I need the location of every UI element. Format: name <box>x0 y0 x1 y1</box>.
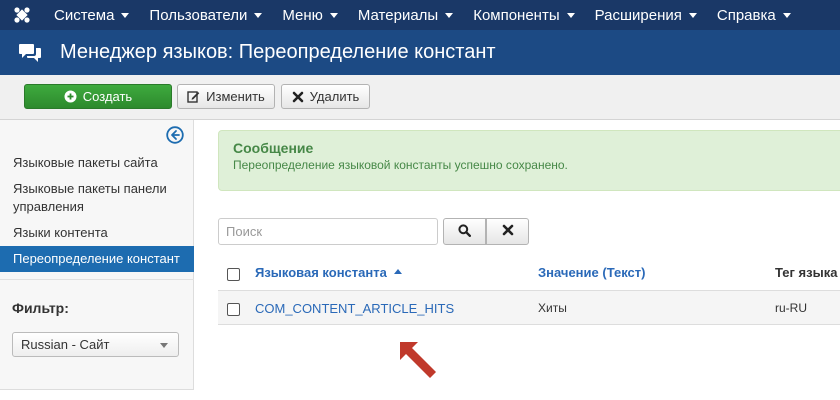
sort-ascending-icon <box>393 269 402 275</box>
edit-button[interactable]: Изменить <box>177 84 275 109</box>
nav-item-label: Система <box>54 6 115 24</box>
nav-item-components[interactable]: Компоненты <box>463 0 584 30</box>
nav-item-label: Компоненты <box>473 6 560 24</box>
nav-item-system[interactable]: Система <box>44 0 139 30</box>
language-filter-select[interactable]: Russian - Сайт <box>12 332 179 357</box>
arrow-left-circle-icon[interactable] <box>166 126 184 144</box>
search-input[interactable] <box>218 218 438 245</box>
chevron-down-icon <box>445 12 454 18</box>
edit-button-label: Изменить <box>206 89 265 104</box>
sidebar: Языковые пакеты сайта Языковые пакеты па… <box>0 120 194 390</box>
row-checkbox[interactable] <box>227 303 240 316</box>
chevron-down-icon <box>782 12 791 18</box>
table-header: Языковая константа Значение (Текст) Тег … <box>218 255 840 291</box>
success-message: Сообщение Переопределение языковой конст… <box>218 130 840 191</box>
chevron-down-icon <box>254 12 263 18</box>
page-title: Менеджер языков: Переопределение констан… <box>60 41 496 63</box>
top-navbar: Система Пользователи Меню Материалы Комп… <box>0 0 840 30</box>
nav-item-menus[interactable]: Меню <box>272 0 348 30</box>
nav-item-label: Материалы <box>357 6 439 24</box>
comments-icon <box>0 30 60 75</box>
create-button-label: Создать <box>82 89 133 104</box>
chevron-down-icon <box>329 12 338 18</box>
delete-button[interactable]: Удалить <box>281 84 370 109</box>
sidebar-item-content-languages[interactable]: Языки контента <box>0 220 194 246</box>
search-icon <box>458 223 471 240</box>
chevron-down-icon <box>121 12 130 18</box>
joomla-logo-icon[interactable] <box>0 0 44 30</box>
table-row: COM_CONTENT_ARTICLE_HITS Хиты ru-RU <box>218 291 840 325</box>
constant-link[interactable]: COM_CONTENT_ARTICLE_HITS <box>255 301 454 316</box>
message-heading: Сообщение <box>233 140 314 156</box>
close-icon <box>292 91 304 103</box>
plus-circle-icon <box>64 90 77 103</box>
nav-item-help[interactable]: Справка <box>707 0 801 30</box>
search-button[interactable] <box>443 218 486 245</box>
sidebar-item-site-languages[interactable]: Языковые пакеты сайта <box>0 150 194 176</box>
message-text: Переопределение языковой константы успеш… <box>233 158 568 172</box>
filter-select-value: Russian - Сайт <box>21 337 110 352</box>
sidebar-item-admin-languages[interactable]: Языковые пакеты панели управления <box>0 176 194 220</box>
constant-value: Хиты <box>538 301 567 315</box>
column-header-language-tag: Тег языка <box>775 265 838 280</box>
nav-item-extensions[interactable]: Расширения <box>585 0 707 30</box>
nav-item-label: Меню <box>282 6 323 24</box>
filter-label: Фильтр: <box>12 300 69 316</box>
sidebar-item-overrides[interactable]: Переопределение констант <box>0 246 194 272</box>
sidebar-list: Языковые пакеты сайта Языковые пакеты па… <box>0 150 194 272</box>
close-icon <box>502 224 514 239</box>
page-header: Менеджер языков: Переопределение констан… <box>0 30 840 75</box>
column-header-constant[interactable]: Языковая константа <box>255 265 402 280</box>
clear-search-button[interactable] <box>486 218 529 245</box>
create-button[interactable]: Создать <box>24 84 172 109</box>
chevron-down-icon <box>160 343 168 348</box>
language-tag: ru-RU <box>775 301 807 315</box>
annotation-arrow-icon <box>396 338 440 380</box>
nav-item-label: Расширения <box>594 6 682 24</box>
nav-item-label: Справка <box>716 6 776 24</box>
edit-icon <box>187 90 200 103</box>
column-header-value[interactable]: Значение (Текст) <box>538 265 645 280</box>
nav-item-content[interactable]: Материалы <box>348 0 463 30</box>
column-header-label: Языковая константа <box>255 265 387 280</box>
sidebar-divider <box>0 279 194 280</box>
delete-button-label: Удалить <box>309 89 360 104</box>
nav-item-label: Пользователи <box>149 6 248 24</box>
chevron-down-icon <box>566 12 575 18</box>
select-all-checkbox[interactable] <box>227 268 240 281</box>
nav-item-users[interactable]: Пользователи <box>139 0 272 30</box>
chevron-down-icon <box>688 12 697 18</box>
toolbar: Создать Изменить Удалить <box>0 75 840 120</box>
